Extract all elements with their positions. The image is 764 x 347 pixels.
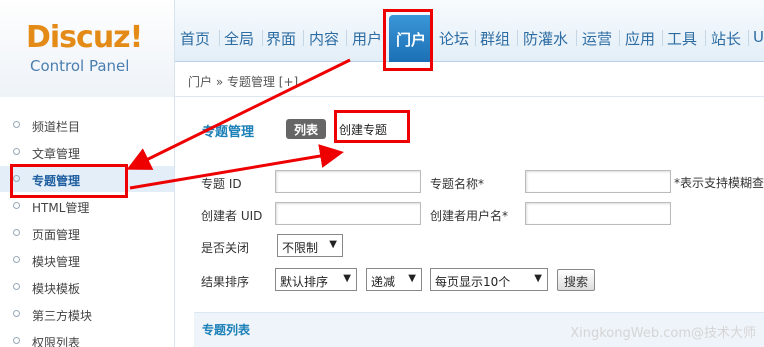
annotation-arrows	[126, 58, 351, 190]
arrow-to-topics	[126, 58, 351, 170]
arrow-to-create	[129, 144, 344, 190]
